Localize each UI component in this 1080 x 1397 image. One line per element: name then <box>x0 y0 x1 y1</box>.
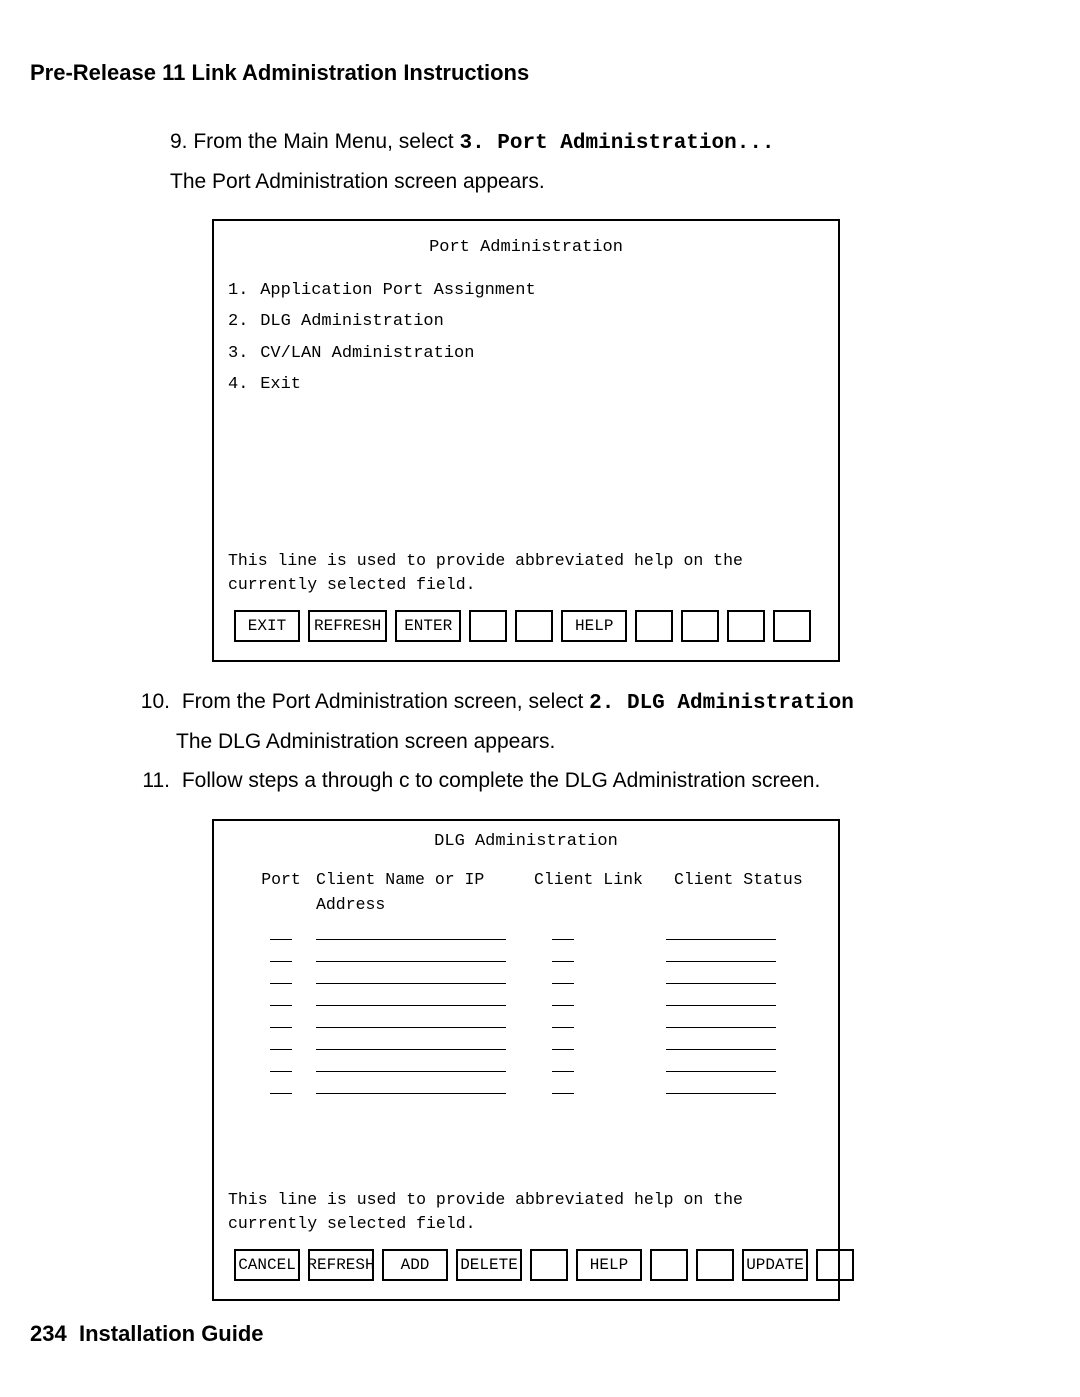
table-row <box>246 918 824 940</box>
blank-button[interactable] <box>469 610 507 642</box>
table-row <box>246 962 824 984</box>
link-field[interactable] <box>552 989 574 1006</box>
dlg-admin-screen: DLG Administration Port Client Name or I… <box>212 819 840 1302</box>
client-field[interactable] <box>316 1011 506 1028</box>
footer-label: Installation Guide <box>79 1321 264 1346</box>
status-field <box>666 1011 776 1028</box>
col-link: Client Link <box>516 868 644 918</box>
help-line: This line is used to provide abbreviated… <box>228 549 824 599</box>
update-button[interactable]: UPDATE <box>742 1249 808 1281</box>
menu-item[interactable]: 3. CV/LAN Administration <box>228 338 824 370</box>
port-field[interactable] <box>270 1011 292 1028</box>
menu-item[interactable]: 2. DLG Administration <box>228 306 824 338</box>
refresh-button[interactable]: REFRESH <box>308 610 387 642</box>
status-field <box>666 1033 776 1050</box>
help-button[interactable]: HELP <box>561 610 627 642</box>
client-field[interactable] <box>316 967 506 984</box>
step-10: 10. From the Port Administration screen,… <box>170 686 930 757</box>
link-field[interactable] <box>552 1011 574 1028</box>
content-body: 9. From the Main Menu, select 3. Port Ad… <box>170 126 930 1301</box>
status-field <box>666 945 776 962</box>
button-row: EXIT REFRESH ENTER HELP <box>234 610 824 642</box>
table-rows <box>228 918 824 1094</box>
step-text: From the Port Administration screen, sel… <box>182 690 589 713</box>
blank-button[interactable] <box>727 610 765 642</box>
col-client: Client Name or IP Address <box>316 868 516 918</box>
step-body: The Port Administration screen appears. <box>170 166 930 198</box>
client-field[interactable] <box>316 923 506 940</box>
step-mono: 3. Port Administration... <box>459 132 774 155</box>
client-field[interactable] <box>316 1055 506 1072</box>
page-number: 234 <box>30 1321 67 1346</box>
link-field[interactable] <box>552 967 574 984</box>
client-field[interactable] <box>316 1077 506 1094</box>
refresh-button[interactable]: REFRESH <box>308 1249 374 1281</box>
client-field[interactable] <box>316 1033 506 1050</box>
blank-button[interactable] <box>515 610 553 642</box>
table-header: Port Client Name or IP Address Client Li… <box>228 868 824 918</box>
link-field[interactable] <box>552 945 574 962</box>
status-field <box>666 923 776 940</box>
page-footer: 234 Installation Guide <box>30 1321 264 1347</box>
blank-button[interactable] <box>696 1249 734 1281</box>
table-row <box>246 1028 824 1050</box>
menu-item[interactable]: 1. Application Port Assignment <box>228 275 824 307</box>
add-button[interactable]: ADD <box>382 1249 448 1281</box>
delete-button[interactable]: DELETE <box>456 1249 522 1281</box>
cancel-button[interactable]: CANCEL <box>234 1249 300 1281</box>
status-field <box>666 1055 776 1072</box>
step-text: From the Main Menu, select <box>193 130 459 153</box>
terminal-title: DLG Administration <box>228 829 824 855</box>
blank-button[interactable] <box>681 610 719 642</box>
port-field[interactable] <box>270 923 292 940</box>
blank-button[interactable] <box>816 1249 854 1281</box>
menu-list: 1. Application Port Assignment 2. DLG Ad… <box>228 275 824 401</box>
client-field[interactable] <box>316 989 506 1006</box>
step-number: 11. <box>138 765 176 797</box>
enter-button[interactable]: ENTER <box>395 610 461 642</box>
step-9: 9. From the Main Menu, select 3. Port Ad… <box>170 126 930 197</box>
table-row <box>246 984 824 1006</box>
blank-button[interactable] <box>530 1249 568 1281</box>
link-field[interactable] <box>552 923 574 940</box>
exit-button[interactable]: EXIT <box>234 610 300 642</box>
link-field[interactable] <box>552 1055 574 1072</box>
table-row <box>246 1050 824 1072</box>
col-port: Port <box>246 868 316 918</box>
button-row: CANCEL REFRESH ADD DELETE HELP UPDATE <box>234 1249 824 1281</box>
help-line: This line is used to provide abbreviated… <box>228 1188 824 1238</box>
link-field[interactable] <box>552 1077 574 1094</box>
table-row <box>246 1072 824 1094</box>
step-mono: 2. DLG Administration <box>589 692 854 715</box>
step-11: 11. Follow steps a through c to complete… <box>170 765 930 797</box>
status-field <box>666 967 776 984</box>
table-row <box>246 1006 824 1028</box>
port-field[interactable] <box>270 1033 292 1050</box>
port-field[interactable] <box>270 945 292 962</box>
help-button[interactable]: HELP <box>576 1249 642 1281</box>
step-text: Follow steps a through c to complete the… <box>182 769 820 792</box>
col-status: Client Status <box>644 868 824 918</box>
document-header: Pre-Release 11 Link Administration Instr… <box>30 60 1050 86</box>
port-field[interactable] <box>270 989 292 1006</box>
status-field <box>666 1077 776 1094</box>
status-field <box>666 989 776 1006</box>
step-number: 10. <box>138 686 176 718</box>
port-field[interactable] <box>270 967 292 984</box>
table-row <box>246 940 824 962</box>
blank-button[interactable] <box>635 610 673 642</box>
step-number: 9. <box>170 130 188 153</box>
terminal-title: Port Administration <box>228 235 824 261</box>
blank-button[interactable] <box>773 610 811 642</box>
port-admin-screen: Port Administration 1. Application Port … <box>212 219 840 662</box>
link-field[interactable] <box>552 1033 574 1050</box>
port-field[interactable] <box>270 1055 292 1072</box>
client-field[interactable] <box>316 945 506 962</box>
menu-item[interactable]: 4. Exit <box>228 369 824 401</box>
port-field[interactable] <box>270 1077 292 1094</box>
blank-button[interactable] <box>650 1249 688 1281</box>
step-body: The DLG Administration screen appears. <box>176 726 930 758</box>
